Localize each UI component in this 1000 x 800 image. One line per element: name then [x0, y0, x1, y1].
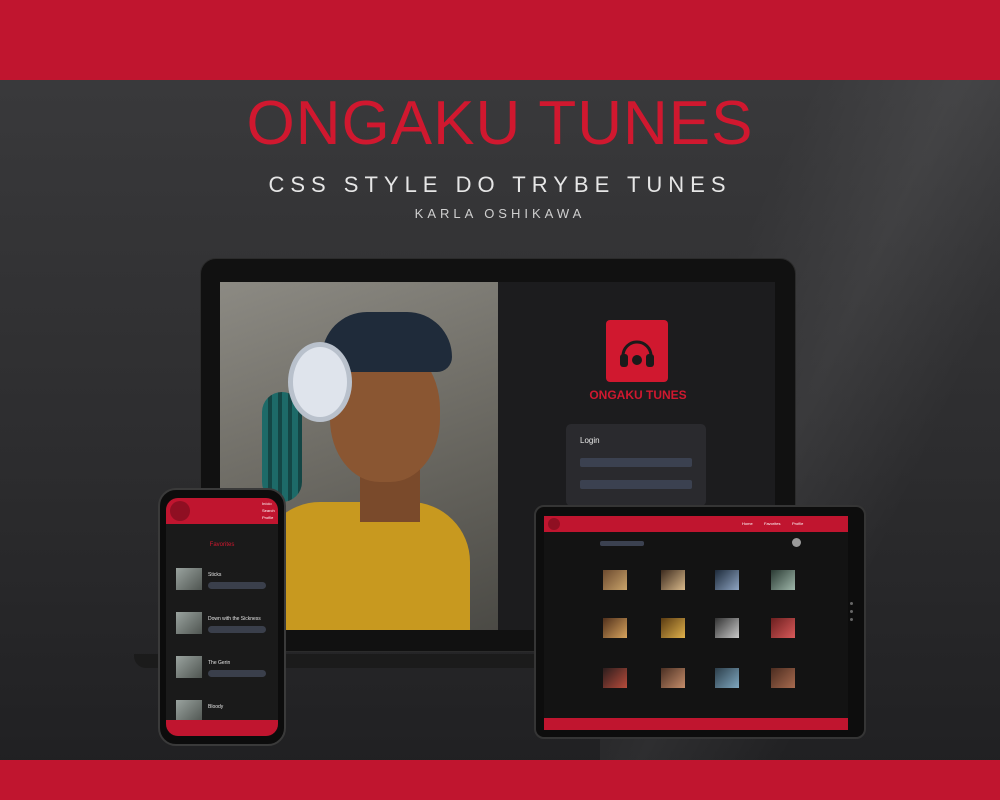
- album-cover: [603, 618, 627, 638]
- song-title: Bloody: [208, 704, 224, 710]
- album-card[interactable]: [710, 660, 744, 688]
- album-cover: [771, 618, 795, 638]
- song-title: Down with the Sickness: [208, 616, 261, 622]
- song-title: The Gerin: [208, 660, 231, 666]
- album-card[interactable]: [656, 562, 690, 590]
- top-red-band: [0, 0, 1000, 80]
- album-card[interactable]: [598, 562, 632, 590]
- username-input[interactable]: [580, 458, 692, 467]
- banner-author: KARLA OSHIKAWA: [414, 206, 586, 221]
- tablet-nav-favorites[interactable]: Favorites: [764, 521, 780, 526]
- audio-player[interactable]: [208, 582, 266, 589]
- phone-page-heading: Favorites: [209, 542, 235, 548]
- audio-player[interactable]: [208, 670, 266, 677]
- login-form: Login: [566, 424, 706, 506]
- album-card[interactable]: [710, 562, 744, 590]
- album-cover: [715, 668, 739, 688]
- album-cover: [603, 570, 627, 590]
- headphones-graphic: [288, 342, 352, 422]
- album-thumbnail: [176, 612, 202, 634]
- banner-subtitle: CSS STYLE DO TRYBE TUNES: [268, 172, 732, 197]
- tablet-mockup: Home Favorites Profile: [534, 505, 866, 739]
- headphones-logo-icon[interactable]: [548, 518, 560, 530]
- audio-player[interactable]: [208, 626, 266, 633]
- search-input[interactable]: [600, 541, 644, 546]
- banner-title: ONGAKU TUNES: [246, 89, 754, 158]
- tablet-nav-home[interactable]: Home: [742, 521, 753, 526]
- album-cover: [715, 570, 739, 590]
- tablet-header: Home Favorites Profile: [544, 516, 848, 532]
- album-thumbnail: [176, 656, 202, 678]
- login-title: Login: [580, 436, 600, 445]
- tablet-screen: Home Favorites Profile: [544, 516, 848, 730]
- password-input[interactable]: [580, 480, 692, 489]
- tablet-side-buttons: [850, 602, 854, 622]
- headphones-logo-icon[interactable]: [170, 501, 190, 521]
- album-cover: [603, 668, 627, 688]
- album-card[interactable]: [598, 660, 632, 688]
- phone-header: Início Search Profile: [166, 498, 278, 524]
- album-cover: [661, 570, 685, 590]
- phone-footer: [166, 720, 278, 736]
- tablet-nav-profile[interactable]: Profile: [792, 521, 803, 526]
- phone-nav-home[interactable]: Início: [262, 501, 272, 506]
- album-card[interactable]: [766, 562, 800, 590]
- tablet-footer: [544, 718, 848, 730]
- album-cover: [661, 618, 685, 638]
- phone-nav-search[interactable]: Search: [262, 508, 275, 513]
- phone-nav-profile[interactable]: Profile: [262, 515, 273, 520]
- album-card[interactable]: [656, 610, 690, 638]
- bottom-red-band: [0, 760, 1000, 800]
- album-card[interactable]: [656, 660, 690, 688]
- album-card[interactable]: [766, 660, 800, 688]
- album-cover: [661, 668, 685, 688]
- album-cover: [771, 570, 795, 590]
- phone-mockup: Início Search Profile Favorites Sticks D…: [158, 488, 286, 746]
- album-thumbnail: [176, 700, 202, 722]
- headphones-logo-icon: [606, 320, 668, 382]
- album-thumbnail: [176, 568, 202, 590]
- phone-screen: Início Search Profile Favorites Sticks D…: [166, 498, 278, 736]
- avatar[interactable]: [792, 538, 801, 547]
- album-card[interactable]: [710, 610, 744, 638]
- album-cover: [715, 618, 739, 638]
- app-name: ONGAKU TUNES: [589, 388, 687, 402]
- song-title: Sticks: [208, 572, 222, 578]
- album-card[interactable]: [598, 610, 632, 638]
- album-cover: [771, 668, 795, 688]
- album-card[interactable]: [766, 610, 800, 638]
